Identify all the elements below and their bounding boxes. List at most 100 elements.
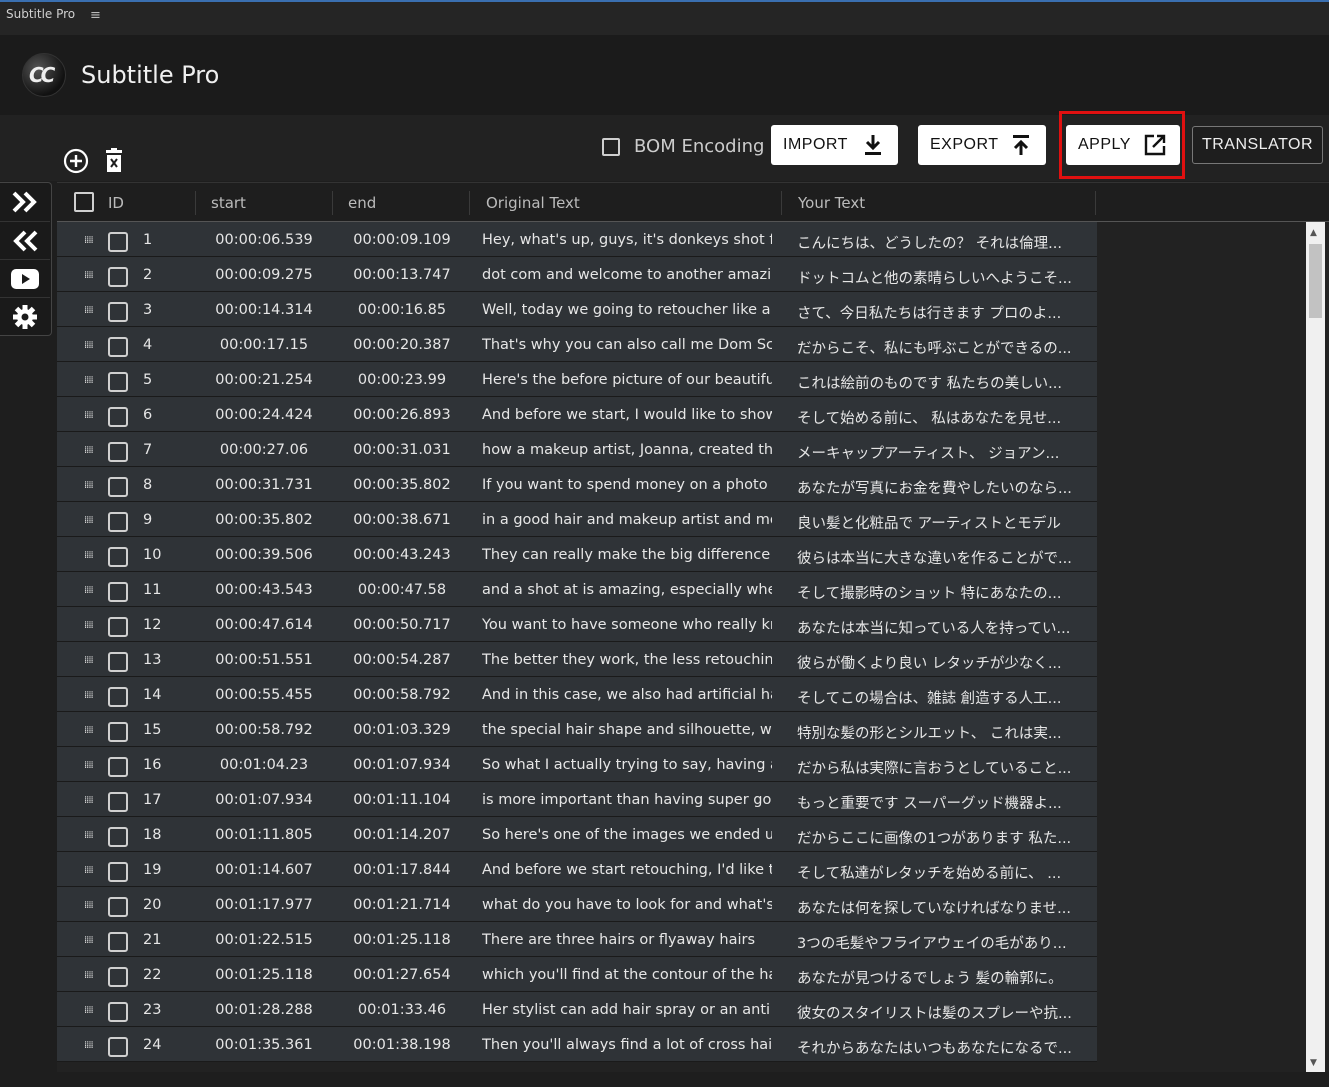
row-checkbox[interactable] xyxy=(108,547,128,567)
cell-your-text[interactable]: ドットコムと他の素晴らしいへようこそ... xyxy=(797,267,1082,288)
cell-end[interactable]: 00:01:38.198 xyxy=(343,1037,461,1053)
cell-your-text[interactable]: だからここに画像の1つがあります 私た... xyxy=(797,827,1082,848)
table-row[interactable]: ⁞⁞⁞⁞ 24 00:01:35.361 00:01:38.198 Then you'… xyxy=(57,1027,1097,1062)
drag-handle-icon[interactable]: ⁞⁞⁞⁞ xyxy=(84,655,94,666)
bom-encoding-option[interactable]: BOM Encoding xyxy=(602,136,764,157)
cell-start[interactable]: 00:01:22.515 xyxy=(205,932,323,948)
table-row[interactable]: ⁞⁞⁞⁞ 1 00:00:06.539 00:00:09.109 Hey, what's… xyxy=(57,222,1097,257)
drag-handle-icon[interactable]: ⁞⁞⁞⁞ xyxy=(84,235,94,246)
table-row[interactable]: ⁞⁞⁞⁞ 7 00:00:27.06 00:00:31.031 how a makeup… xyxy=(57,432,1097,467)
cell-end[interactable]: 00:01:21.714 xyxy=(343,897,461,913)
cell-original-text[interactable]: And before we start, I would like to sho… xyxy=(482,407,772,423)
row-checkbox[interactable] xyxy=(108,512,128,532)
cell-end[interactable]: 00:00:31.031 xyxy=(343,442,461,458)
cell-end[interactable]: 00:01:11.104 xyxy=(343,792,461,808)
cell-original-text[interactable]: Her stylist can add hair spray or an ant… xyxy=(482,1002,772,1018)
cell-end[interactable]: 00:01:25.118 xyxy=(343,932,461,948)
cell-your-text[interactable]: だから私は実際に言おうとしていること... xyxy=(797,757,1082,778)
cell-your-text[interactable]: そして始める前に、 私はあなたを見せ... xyxy=(797,407,1082,428)
drag-handle-icon[interactable]: ⁞⁞⁞⁞ xyxy=(84,340,94,351)
cell-your-text[interactable]: 良い髪と化粧品で アーティストとモデル xyxy=(797,512,1082,533)
cell-end[interactable]: 00:00:35.802 xyxy=(343,477,461,493)
drag-handle-icon[interactable]: ⁞⁞⁞⁞ xyxy=(84,830,94,841)
table-row[interactable]: ⁞⁞⁞⁞ 22 00:01:25.118 00:01:27.654 which you… xyxy=(57,957,1097,992)
cell-your-text[interactable]: あなたは本当に知っている人を持ってい... xyxy=(797,617,1082,638)
cell-start[interactable]: 00:00:51.551 xyxy=(205,652,323,668)
cell-original-text[interactable]: and a shot at is amazing, especially whe… xyxy=(482,582,772,598)
cell-start[interactable]: 00:00:09.275 xyxy=(205,267,323,283)
cell-original-text[interactable]: So here's one of the images we ended u..… xyxy=(482,827,772,843)
drag-handle-icon[interactable]: ⁞⁞⁞⁞ xyxy=(84,900,94,911)
cell-your-text[interactable]: メーキャップアーティスト、 ジョアン... xyxy=(797,442,1082,463)
cell-start[interactable]: 00:00:43.543 xyxy=(205,582,323,598)
scroll-down-arrow-icon[interactable]: ▼ xyxy=(1310,1058,1317,1068)
cell-original-text[interactable]: Hey, what's up, guys, it's donkeys shot … xyxy=(482,232,772,248)
cell-end[interactable]: 00:00:09.109 xyxy=(343,232,461,248)
table-row[interactable]: ⁞⁞⁞⁞ 10 00:00:39.506 00:00:43.243 They can r… xyxy=(57,537,1097,572)
table-row[interactable]: ⁞⁞⁞⁞ 20 00:01:17.977 00:01:21.714 what do yo… xyxy=(57,887,1097,922)
cell-start[interactable]: 00:01:11.805 xyxy=(205,827,323,843)
cell-start[interactable]: 00:00:14.314 xyxy=(205,302,323,318)
translator-button[interactable]: TRANSLATOR xyxy=(1192,126,1323,164)
table-row[interactable]: ⁞⁞⁞⁞ 21 00:01:22.515 00:01:25.118 There are… xyxy=(57,922,1097,957)
cell-original-text[interactable]: If you want to spend money on a photo s.… xyxy=(482,477,772,493)
table-row[interactable]: ⁞⁞⁞⁞ 16 00:01:04.23 00:01:07.934 So what I a… xyxy=(57,747,1097,782)
cell-original-text[interactable]: Here's the before picture of our beautif… xyxy=(482,372,772,388)
row-checkbox[interactable] xyxy=(108,967,128,987)
table-row[interactable]: ⁞⁞⁞⁞ 12 00:00:47.614 00:00:50.717 You want t… xyxy=(57,607,1097,642)
cell-start[interactable]: 00:01:35.361 xyxy=(205,1037,323,1053)
cell-your-text[interactable]: 特別な髪の形とシルエット、 これは実... xyxy=(797,722,1082,743)
drag-handle-icon[interactable]: ⁞⁞⁞⁞ xyxy=(84,515,94,526)
table-row[interactable]: ⁞⁞⁞⁞ 14 00:00:55.455 00:00:58.792 And in thi… xyxy=(57,677,1097,712)
cell-original-text[interactable]: in a good hair and makeup artist and mo.… xyxy=(482,512,772,528)
row-checkbox[interactable] xyxy=(108,722,128,742)
cell-original-text[interactable]: what do you have to look for and what's … xyxy=(482,897,772,913)
row-checkbox[interactable] xyxy=(108,757,128,777)
cell-your-text[interactable]: こんにちは、どうしたの？ それは倫理... xyxy=(797,232,1082,253)
cell-end[interactable]: 00:01:03.329 xyxy=(343,722,461,738)
drag-handle-icon[interactable]: ⁞⁞⁞⁞ xyxy=(84,725,94,736)
drag-handle-icon[interactable]: ⁞⁞⁞⁞ xyxy=(84,585,94,596)
column-header-end[interactable]: end xyxy=(348,194,376,212)
cell-end[interactable]: 00:01:27.654 xyxy=(343,967,461,983)
drag-handle-icon[interactable]: ⁞⁞⁞⁞ xyxy=(84,620,94,631)
row-checkbox[interactable] xyxy=(108,792,128,812)
cell-original-text[interactable]: The better they work, the less retouchin… xyxy=(482,652,772,668)
row-checkbox[interactable] xyxy=(108,267,128,287)
row-checkbox[interactable] xyxy=(108,582,128,602)
drag-handle-icon[interactable]: ⁞⁞⁞⁞ xyxy=(84,480,94,491)
cell-your-text[interactable]: 彼らは本当に大きな違いを作ることがで... xyxy=(797,547,1082,568)
drag-handle-icon[interactable]: ⁞⁞⁞⁞ xyxy=(84,690,94,701)
select-all-checkbox[interactable] xyxy=(74,192,94,212)
table-row[interactable]: ⁞⁞⁞⁞ 17 00:01:07.934 00:01:11.104 is more im… xyxy=(57,782,1097,817)
cell-your-text[interactable]: それからあなたはいつもあなたになるで... xyxy=(797,1037,1082,1058)
drag-handle-icon[interactable]: ⁞⁞⁞⁞ xyxy=(84,410,94,421)
cell-original-text[interactable]: Then you'll always find a lot of cross h… xyxy=(482,1037,772,1053)
cell-start[interactable]: 00:00:31.731 xyxy=(205,477,323,493)
cell-end[interactable]: 00:00:13.747 xyxy=(343,267,461,283)
cell-start[interactable]: 00:00:58.792 xyxy=(205,722,323,738)
add-row-icon[interactable] xyxy=(62,147,90,175)
drag-handle-icon[interactable]: ⁞⁞⁞⁞ xyxy=(84,970,94,981)
cell-your-text[interactable]: あなたは何を探していなければなりませ... xyxy=(797,897,1082,918)
row-checkbox[interactable] xyxy=(108,442,128,462)
table-row[interactable]: ⁞⁞⁞⁞ 13 00:00:51.551 00:00:54.287 The better… xyxy=(57,642,1097,677)
cell-start[interactable]: 00:01:17.977 xyxy=(205,897,323,913)
cell-your-text[interactable]: さて、今日私たちは行きます プロのよ... xyxy=(797,302,1082,323)
drag-handle-icon[interactable]: ⁞⁞⁞⁞ xyxy=(84,760,94,771)
cell-start[interactable]: 00:00:39.506 xyxy=(205,547,323,563)
cell-original-text[interactable]: That's why you can also call me Dom Sci.… xyxy=(482,337,772,353)
expand-icon[interactable] xyxy=(0,183,50,221)
cell-start[interactable]: 00:01:07.934 xyxy=(205,792,323,808)
cell-end[interactable]: 00:00:23.99 xyxy=(343,372,461,388)
cell-end[interactable]: 00:00:43.243 xyxy=(343,547,461,563)
cell-start[interactable]: 00:00:55.455 xyxy=(205,687,323,703)
cell-end[interactable]: 00:00:58.792 xyxy=(343,687,461,703)
cell-original-text[interactable]: is more important than having super goo.… xyxy=(482,792,772,808)
cell-your-text[interactable]: そして撮影時のショット 特にあなたの... xyxy=(797,582,1082,603)
apply-button[interactable]: APPLY xyxy=(1066,125,1180,165)
cell-original-text[interactable]: Well, today we going to retoucher like a… xyxy=(482,302,772,318)
cell-start[interactable]: 00:01:25.118 xyxy=(205,967,323,983)
cell-original-text[interactable]: how a makeup artist, Joanna, created thi… xyxy=(482,442,772,458)
cell-start[interactable]: 00:00:06.539 xyxy=(205,232,323,248)
